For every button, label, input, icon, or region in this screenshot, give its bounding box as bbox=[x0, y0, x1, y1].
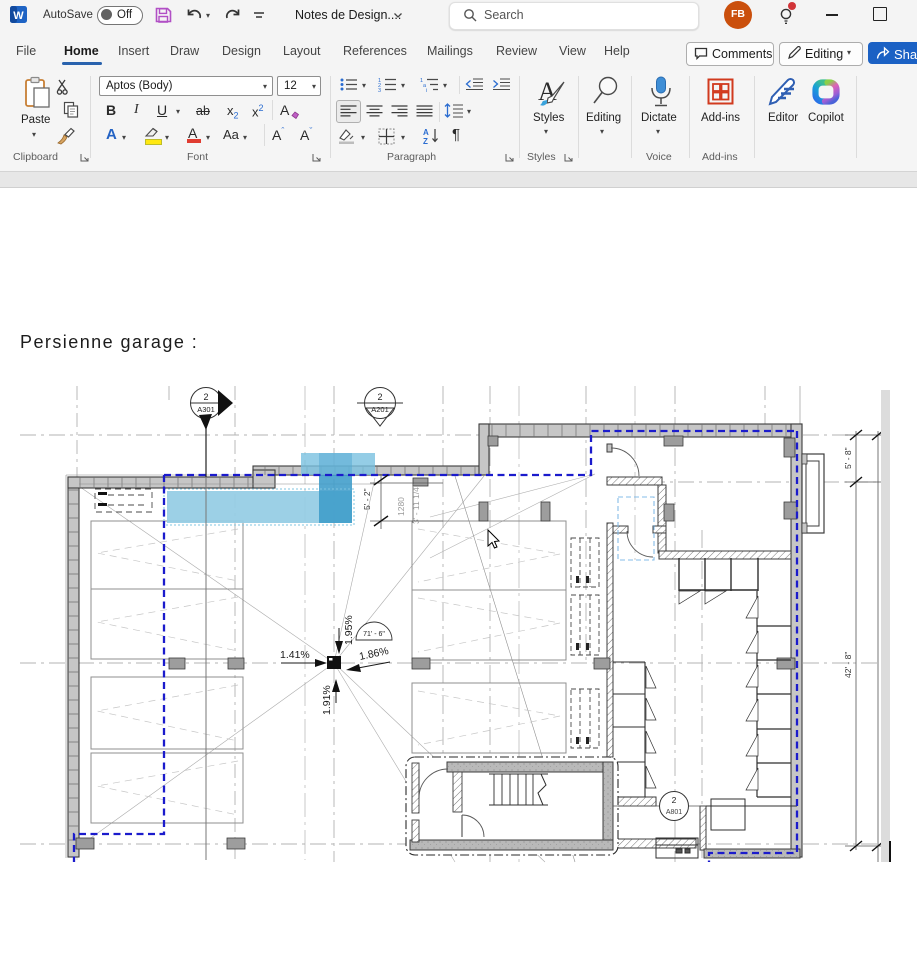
svg-text:A201: A201 bbox=[371, 405, 389, 414]
svg-text:2: 2 bbox=[672, 795, 677, 805]
svg-text:1280: 1280 bbox=[396, 497, 406, 516]
svg-text:5' - 2": 5' - 2" bbox=[362, 488, 372, 510]
svg-text:5' - 8": 5' - 8" bbox=[843, 447, 853, 469]
svg-text:A801: A801 bbox=[666, 809, 682, 816]
svg-text:3' - 11 1/4": 3' - 11 1/4" bbox=[411, 484, 421, 524]
svg-text:71' - 6": 71' - 6" bbox=[363, 631, 385, 638]
svg-text:2: 2 bbox=[203, 392, 208, 402]
svg-text:2: 2 bbox=[377, 392, 382, 402]
svg-text:A301: A301 bbox=[197, 405, 215, 414]
svg-text:42' - 8": 42' - 8" bbox=[843, 652, 853, 678]
svg-text:1.91%: 1.91% bbox=[321, 685, 333, 715]
svg-text:1.41%: 1.41% bbox=[280, 649, 310, 661]
svg-text:1.95%: 1.95% bbox=[343, 615, 355, 645]
svg-text:1.86%: 1.86% bbox=[358, 645, 390, 663]
